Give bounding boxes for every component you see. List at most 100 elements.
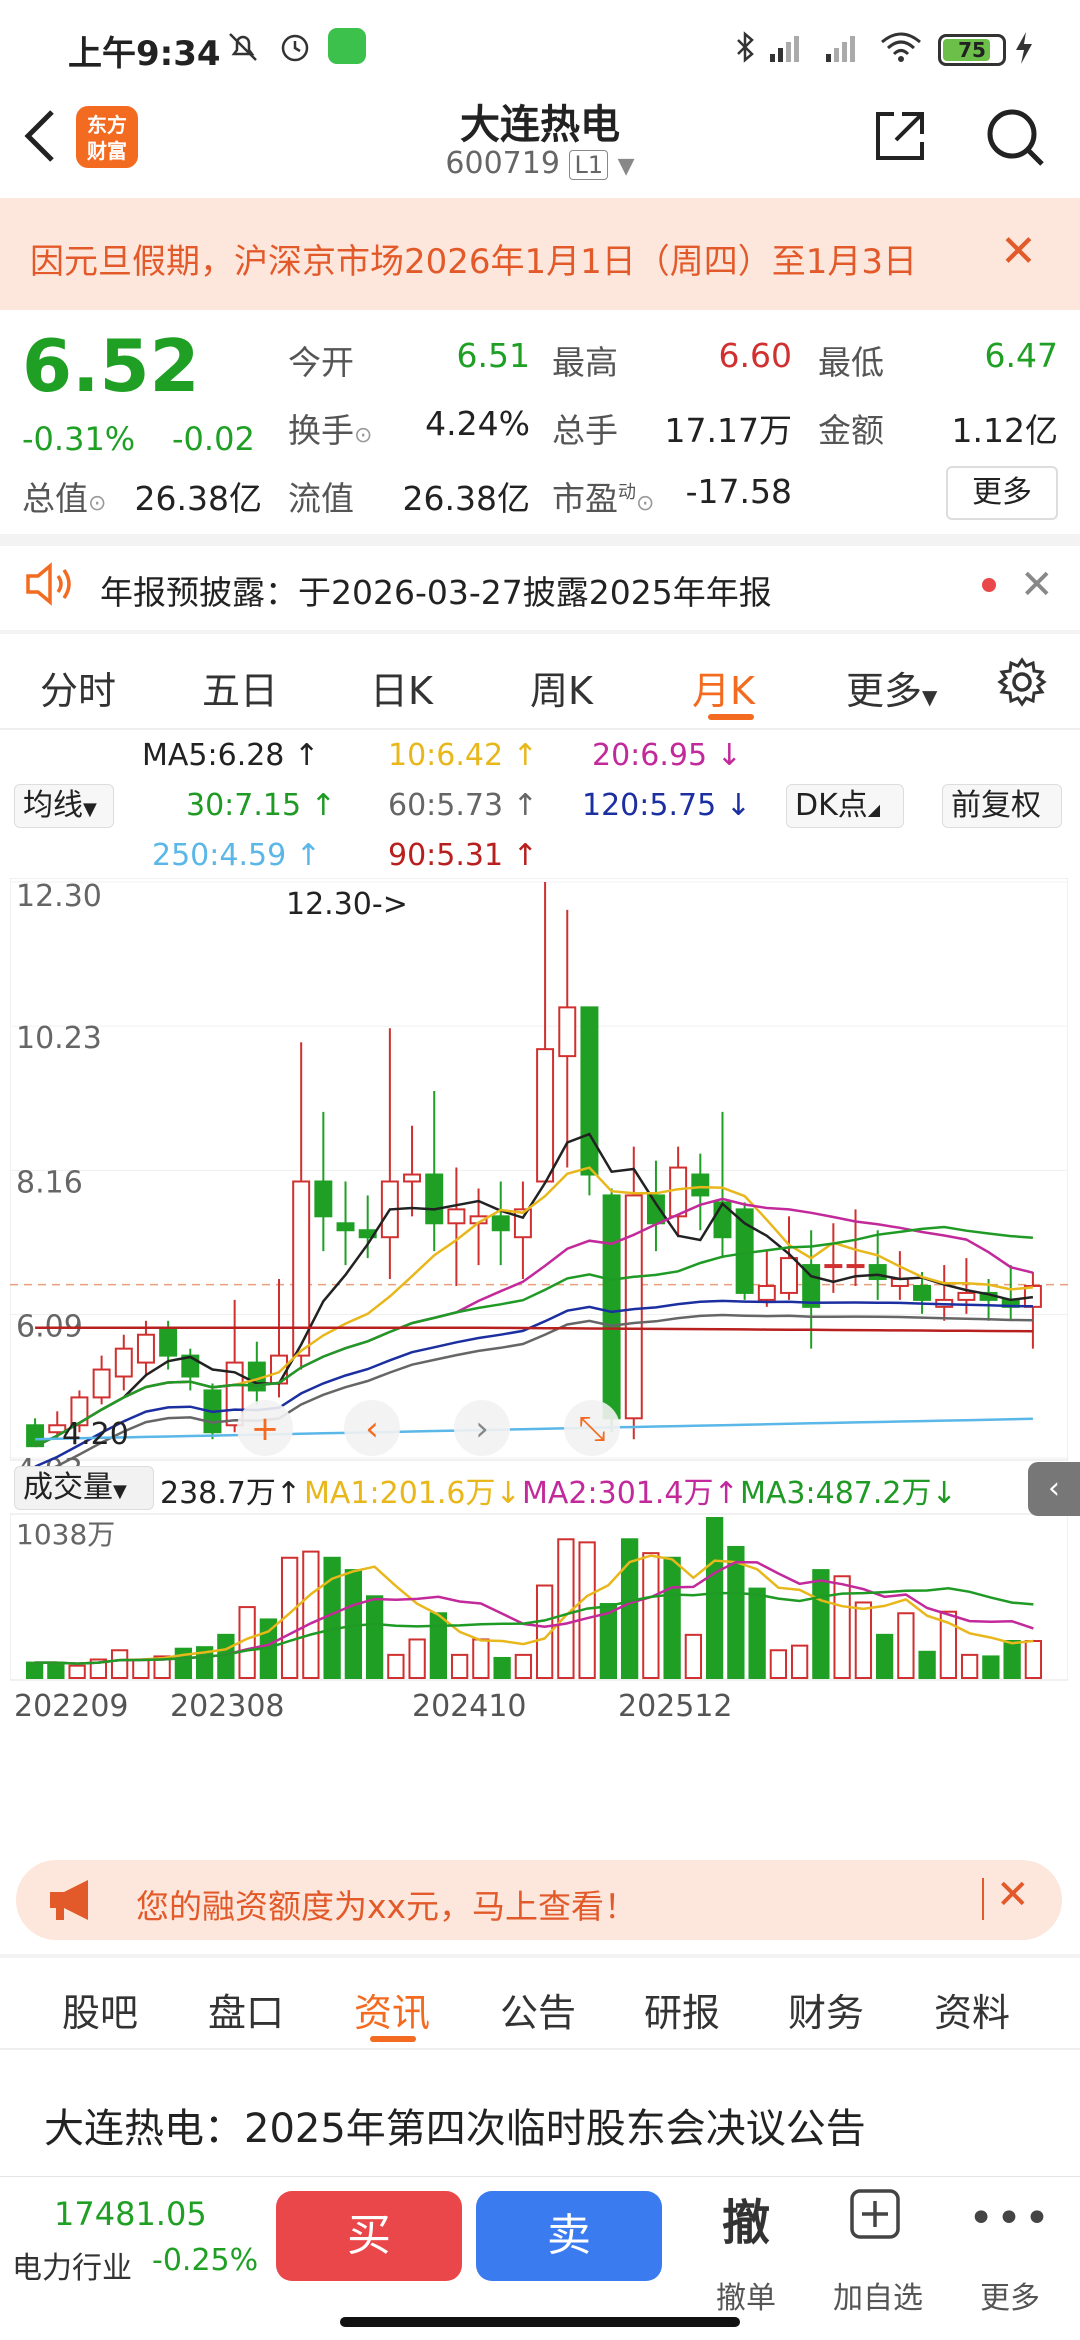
battery-icon: 75 [938,34,1006,66]
volume-bar [472,1638,490,1679]
dropdown-caret-icon: ▼ [617,154,635,179]
volume-bar [1003,1640,1021,1680]
turnover-value: 4.24% [425,404,530,443]
tab-more[interactable]: 更多▼ [846,660,937,715]
pe-label: 市盈动⊙ [552,479,655,518]
tab-weekly-k[interactable]: 周K [530,660,593,715]
volume-bar [1024,1640,1043,1680]
candle-body [536,1048,555,1183]
ad-text: 您的融资额度为xx元，马上查看！ [136,1887,638,1926]
y-tick-label: 8.16 [16,1165,83,1200]
x-tick-label: 202512 [618,1689,733,1724]
high-label: 最高 [552,343,618,382]
ma10-value: 10:6.42 ↑ [388,738,538,773]
ma-selector-button[interactable]: 均线▼ [14,784,114,828]
close-icon[interactable]: ✕ [1000,226,1037,277]
tab-news[interactable]: 资讯 [354,1982,430,2037]
mktcap-value: 26.38亿 [134,479,262,518]
volume-bar [302,1550,320,1680]
info-icon: ⊙ [88,491,107,516]
ma20-value: 20:6.95 ↓ [592,738,742,773]
monthly-k-chart[interactable]: 12.3010.238.166.094.0312.30->4.20+‹›⤡103… [10,878,1068,1844]
volume-bar [684,1633,703,1680]
fullscreen-icon-glyph: ⤡ [578,1409,605,1449]
open-value: 6.51 [456,336,530,375]
tab-underline [708,714,754,720]
scroll-right-icon-glyph: › [475,1409,489,1449]
volume-bar [748,1587,766,1679]
tab-research[interactable]: 研报 [644,1982,720,2037]
tab-order-book[interactable]: 盘口 [208,1982,284,2037]
change-value: -0.02 [172,420,255,458]
adjust-price-button[interactable]: 前复权 [942,784,1062,828]
pe-value: -17.58 [685,472,792,511]
more-dots-icon[interactable]: ••• [950,2193,1070,2244]
volume-bar [132,1658,150,1679]
candle-body [780,1257,798,1294]
divider [0,630,1080,634]
x-tick-label: 202410 [412,1689,527,1724]
financing-ad[interactable]: 您的融资额度为xx元，马上查看！ ✕ [16,1860,1062,1940]
news-headline[interactable]: 大连热电：2025年第四次临时股东会决议公告 [44,2096,866,2154]
tab-profile[interactable]: 资料 [934,1982,1010,2037]
add-watchlist-label[interactable]: 加自选 [818,2273,938,2317]
more-quote-button[interactable]: 更多 [946,466,1058,520]
industry-index-value[interactable]: 17481.05 [54,2195,207,2233]
dk-point-button[interactable]: DK点◢ [786,784,904,828]
volume-bar [705,1517,724,1679]
search-icon[interactable] [982,104,1048,170]
settings-gear-icon[interactable] [996,656,1048,708]
volume-current: 238.7万↑ [160,1476,302,1511]
ma250-value: 250:4.59 ↑ [152,838,321,873]
industry-name[interactable]: 电力行业 [12,2243,132,2287]
zoom-in-icon-glyph: + [251,1409,280,1449]
candle-body [314,1180,333,1218]
annual-report-notice[interactable]: 年报预披露：于2026-03-27披露2025年年报 [100,566,772,614]
y-tick-label: 10.23 [16,1021,102,1056]
volume-bar [25,1661,44,1680]
tab-monthly-k[interactable]: 月K [692,660,755,715]
candle-body [403,1173,422,1183]
candle-body [913,1284,932,1301]
tab-finance[interactable]: 财务 [788,1982,864,2037]
red-dot-badge [982,578,996,592]
cancel-order-label[interactable]: 撤单 [686,2273,806,2317]
holiday-banner[interactable]: 因元旦假期，沪深京市场2026年1月1日（周四）至1月3日 ✕ [0,198,1080,310]
tab-intraday[interactable]: 分时 [40,660,116,715]
share-icon[interactable] [872,106,930,164]
volume-bar [514,1653,533,1679]
banner-text: 因元旦假期，沪深京市场2026年1月1日（周四）至1月3日 [30,242,918,282]
candle-body [114,1347,133,1378]
stock-header: 东方 财富 大连热电 600719 L1 ▼ [0,92,1080,196]
volume-max-label: 1038万 [16,1518,115,1551]
volume-value: 17.17万 [664,411,792,450]
close-icon[interactable]: ✕ [1020,562,1054,608]
tab-forum[interactable]: 股吧 [62,1982,138,2037]
max-price-label: 12.30-> [286,887,408,922]
volume-bar [897,1612,915,1680]
bell-off-icon [229,33,257,61]
buy-button[interactable]: 买 [276,2191,462,2281]
volume-ma3: MA3:487.2万↓ [740,1476,957,1511]
megaphone-icon [50,1880,88,1920]
cancel-order-icon[interactable]: 撤 [686,2183,806,2253]
add-watchlist-icon[interactable] [848,2187,902,2241]
volume-indicator-selector[interactable]: 成交量▼ [14,1466,154,1510]
collapse-panel-button[interactable]: ‹ [1028,1462,1080,1516]
divider [0,728,1080,730]
info-icon: ⊙ [354,423,373,448]
tab-daily-k[interactable]: 日K [370,660,433,715]
candle-body [757,1284,776,1301]
divider [0,2048,1080,2050]
close-icon[interactable]: ✕ [996,1872,1030,1918]
tab-announcements[interactable]: 公告 [500,1982,576,2037]
candle-body [159,1326,178,1357]
amount-label: 金额 [818,411,884,450]
more-label[interactable]: 更多 [950,2273,1070,2317]
tab-five-day[interactable]: 五日 [202,660,278,715]
volume-bar [47,1661,65,1680]
volume-bar [68,1664,86,1679]
volume-bar [790,1644,809,1680]
sell-button[interactable]: 卖 [476,2191,662,2281]
volume-bar [450,1653,469,1679]
